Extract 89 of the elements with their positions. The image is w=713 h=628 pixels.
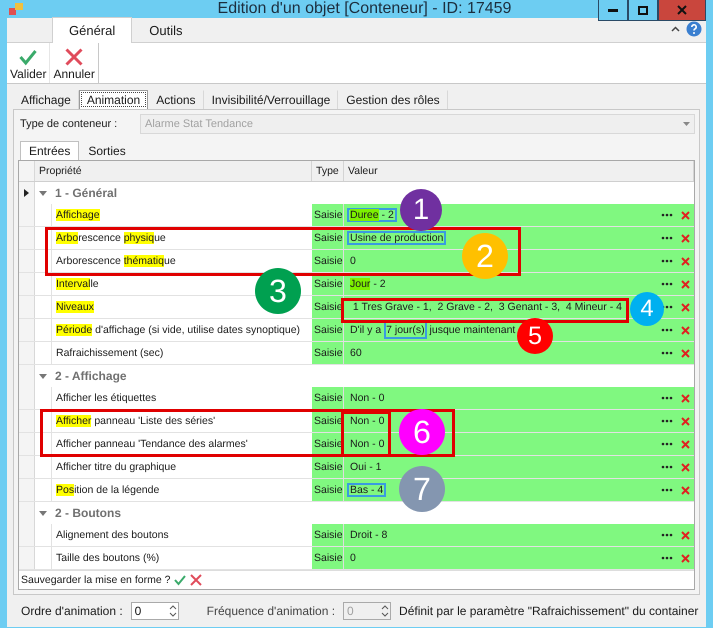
- delete-icon[interactable]: [681, 348, 690, 358]
- close-icon: [677, 5, 687, 15]
- more-icon[interactable]: [661, 488, 673, 492]
- minimize-icon: [608, 8, 618, 12]
- delete-icon[interactable]: [681, 416, 690, 426]
- type-cell: Saisie: [312, 547, 344, 569]
- expand-icon[interactable]: [39, 509, 47, 517]
- spinner-arrows-icon[interactable]: [168, 603, 178, 619]
- field-label: Ordre d'animation :: [21, 604, 123, 618]
- more-icon[interactable]: [661, 556, 673, 560]
- value-cell[interactable]: 60: [347, 346, 365, 360]
- close-button[interactable]: [658, 0, 706, 21]
- more-icon[interactable]: [661, 419, 673, 423]
- more-icon[interactable]: [661, 236, 673, 240]
- column-header[interactable]: Type: [312, 161, 344, 181]
- delete-icon[interactable]: [681, 440, 690, 448]
- delete-icon[interactable]: [681, 302, 690, 312]
- ribbon-tab[interactable]: Général: [52, 17, 132, 43]
- expand-icon[interactable]: [39, 189, 47, 197]
- delete-icon[interactable]: [681, 462, 690, 472]
- value-cell[interactable]: Non - 0: [347, 391, 388, 405]
- delete-icon[interactable]: [681, 256, 690, 266]
- delete-icon[interactable]: [681, 486, 690, 494]
- delete-icon[interactable]: [681, 326, 690, 334]
- type-cell: Saisie: [312, 456, 344, 478]
- more-icon[interactable]: [661, 351, 673, 355]
- value-cell[interactable]: 1 Tres Grave - 1, 2 Grave - 2, 3 Genant - 3, 4 Mineur - 4: [347, 300, 625, 314]
- save-layout-prompt: Sauvegarder la mise en forme ?: [21, 574, 170, 586]
- collapse-icon[interactable]: [671, 26, 680, 32]
- group-title: 2 - Boutons: [55, 506, 121, 520]
- value-cell[interactable]: 0: [347, 551, 359, 565]
- more-icon[interactable]: [661, 282, 673, 286]
- app-icon: [9, 3, 23, 15]
- value-cell[interactable]: 0: [347, 254, 359, 268]
- more-icon[interactable]: [661, 213, 673, 217]
- more-icon[interactable]: [661, 259, 673, 263]
- value-cell[interactable]: Usine de production: [347, 231, 446, 245]
- field-label: Fréquence d'animation :: [206, 604, 336, 618]
- tab[interactable]: Animation: [78, 90, 148, 109]
- delete-icon[interactable]: [681, 394, 690, 402]
- type-cell: Saisie: [312, 204, 344, 226]
- window-title: Edition d'un objet [Conteneur] - ID: 17459: [218, 0, 512, 18]
- note-text: Définit par le paramètre "Rafraichissement" du container: [399, 604, 698, 618]
- more-icon[interactable]: [661, 328, 673, 332]
- more-icon[interactable]: [661, 465, 673, 469]
- maximize-button[interactable]: [628, 0, 658, 21]
- type-cell: Saisie: [312, 319, 344, 341]
- validate-button[interactable]: Valider: [7, 43, 50, 83]
- value-cell[interactable]: Bas - 4: [347, 483, 386, 497]
- type-cell: Saisie: [312, 387, 344, 409]
- delete-icon[interactable]: [681, 280, 690, 288]
- column-header[interactable]: Valeur: [344, 161, 694, 181]
- value-cell[interactable]: Duree - 2: [347, 208, 397, 222]
- dropdown-arrow-icon: [683, 122, 690, 126]
- more-icon[interactable]: [661, 442, 673, 446]
- type-cell: Saisie: [312, 342, 344, 364]
- row-pointer-icon: [24, 189, 29, 197]
- delete-icon[interactable]: [681, 554, 690, 562]
- delete-icon[interactable]: [681, 210, 690, 220]
- column-header[interactable]: Propriété: [35, 161, 312, 181]
- close-icon[interactable]: [190, 574, 202, 586]
- cancel-button[interactable]: Annuler: [50, 43, 99, 83]
- type-cell: Saisie: [312, 479, 344, 501]
- minimize-button[interactable]: [598, 0, 628, 21]
- value-cell[interactable]: Non - 0: [347, 414, 388, 428]
- ribbon-tab[interactable]: Outils: [132, 17, 200, 43]
- value-cell[interactable]: Non - 0: [347, 437, 388, 451]
- value-cell[interactable]: Oui - 1: [347, 460, 385, 474]
- sub-tab[interactable]: Sorties: [79, 141, 135, 160]
- sub-tab[interactable]: Entrées: [20, 141, 80, 160]
- maximize-icon: [638, 6, 648, 14]
- expand-icon[interactable]: [39, 372, 47, 380]
- type-cell: Saisie: [312, 524, 344, 546]
- value-cell[interactable]: Droit - 8: [347, 528, 390, 542]
- field-label: Type de conteneur :: [20, 118, 118, 130]
- help-icon[interactable]: [686, 21, 702, 37]
- type-cell: Saisie: [312, 250, 344, 272]
- check-icon[interactable]: [174, 574, 186, 586]
- check-icon[interactable]: [19, 48, 38, 66]
- delete-icon[interactable]: [681, 234, 690, 242]
- group-title: 2 - Affichage: [55, 369, 127, 383]
- more-icon[interactable]: [661, 533, 673, 537]
- row-header[interactable]: [19, 182, 35, 204]
- order-spinner[interactable]: 0: [130, 602, 179, 620]
- more-icon[interactable]: [661, 396, 673, 400]
- group-title: 1 - Général: [55, 186, 118, 200]
- type-cell: Saisie: [312, 296, 344, 318]
- delete-icon[interactable]: [681, 530, 690, 540]
- close-icon[interactable]: [65, 48, 84, 66]
